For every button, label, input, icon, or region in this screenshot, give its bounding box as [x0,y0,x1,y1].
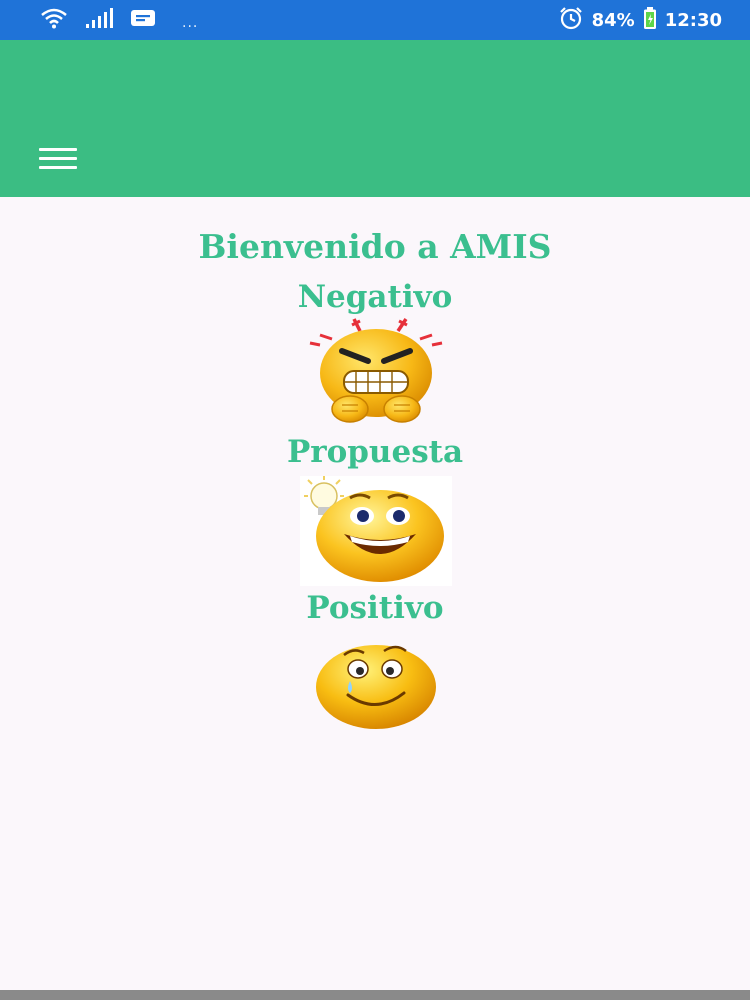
clock-time: 12:30 [664,9,722,31]
status-left: ... [40,6,198,34]
hamburger-menu-icon [39,147,77,169]
option-label-positivo: Positivo [306,590,444,626]
alarm-icon [558,6,584,35]
app-bar [0,40,750,197]
main-content: Bienvenido a AMIS Negativo Propuesta Pos… [0,197,750,990]
bottom-edge [0,990,750,1000]
battery-icon [643,6,657,35]
option-label-propuesta: Propuesta [286,434,464,470]
status-bar: ... 84% 12:30 [0,0,750,40]
menu-button[interactable] [32,140,84,176]
idea-face-icon[interactable] [300,476,452,586]
status-right: 84% 12:30 [558,6,722,34]
battery-percent: 84% [591,9,635,31]
signal-icon [84,7,114,33]
welcome-title: Bienvenido a AMIS [198,227,552,266]
happy-face-icon[interactable] [310,637,442,733]
overflow-dots: ... [182,15,199,31]
message-icon [130,7,156,33]
wifi-icon [40,7,68,33]
angry-face-icon[interactable] [300,317,452,427]
option-label-negativo: Negativo [297,279,453,315]
